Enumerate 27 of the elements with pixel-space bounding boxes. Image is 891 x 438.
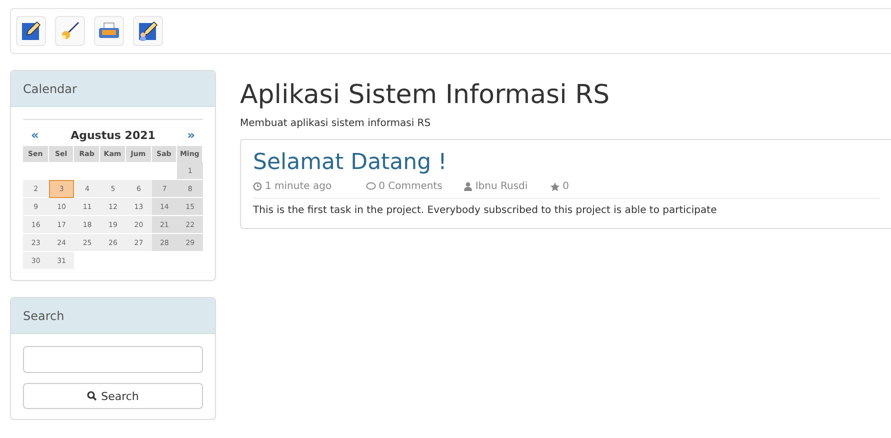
pen-icon: [21, 21, 41, 41]
page-title: Aplikasi Sistem Informasi RS: [240, 80, 611, 110]
panel-title: Calendar: [11, 71, 215, 107]
wand-icon: [60, 21, 80, 41]
panel-title: Search: [11, 298, 215, 334]
user-icon: [464, 182, 472, 191]
clock-icon: [253, 182, 262, 191]
post-title: Selamat Datang !: [253, 150, 448, 175]
post-body: This is the first task in the project. Everybody subscribed to this project is able to participate: [253, 205, 718, 216]
comment-icon: [366, 182, 376, 191]
star-icon: [550, 182, 560, 192]
search-field[interactable]: [23, 346, 203, 373]
post-author: Ibnu Rusdi: [475, 181, 528, 192]
star-count: 0: [562, 181, 570, 192]
typewriter-icon: [98, 21, 120, 41]
comment-count: 0 Comments: [378, 181, 442, 192]
month-title: Agustus 2021: [70, 128, 156, 142]
user-pen-icon: [138, 21, 158, 41]
page-subtitle: Membuat aplikasi sistem informasi RS: [240, 118, 432, 129]
toolbar-button[interactable]: [16, 16, 46, 46]
search-icon: [87, 391, 98, 401]
post-time: 1 minute ago: [265, 181, 332, 192]
toolbar-button[interactable]: [94, 16, 124, 46]
prev-month-link[interactable]: «: [31, 128, 39, 142]
search-button[interactable]: Search: [23, 383, 203, 409]
next-month-link[interactable]: »: [187, 128, 195, 142]
toolbar-button[interactable]: [133, 16, 163, 46]
